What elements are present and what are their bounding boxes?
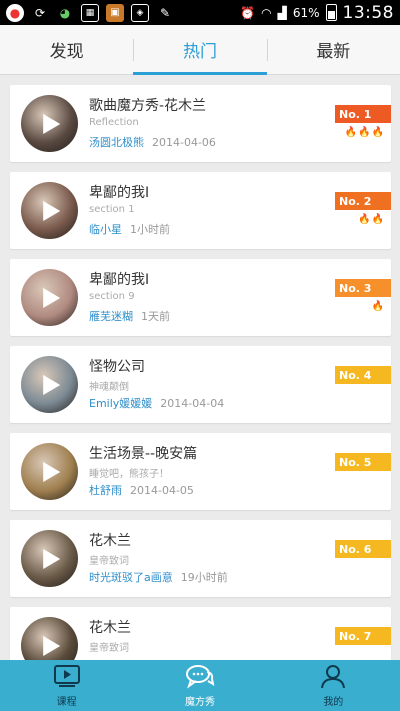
weibo-icon: ● (6, 3, 24, 22)
video-icon (51, 660, 83, 691)
list-item[interactable]: 生活场景--晚安篇 睡觉吧，熊孩子！ 杜舒雨 2014-04-05 No. 5 (10, 433, 391, 510)
app-icon: ▣ (106, 3, 124, 22)
item-subtitle: 皇帝致词 (89, 643, 129, 654)
item-title: 卑鄙的我Ⅰ (89, 272, 150, 288)
video-thumbnail[interactable] (21, 443, 78, 500)
author-name[interactable]: Emily媛媛媛 (89, 397, 152, 410)
play-icon (42, 287, 60, 308)
video-thumbnail[interactable] (21, 356, 78, 413)
shield-icon: ◈ (131, 3, 149, 22)
item-subtitle: 皇帝致词 (89, 556, 129, 567)
nav-magic-show[interactable]: 魔方秀 (133, 660, 266, 711)
bottom-nav: 课程 魔方秀 我的 (0, 660, 400, 711)
item-title: 花木兰 (89, 533, 131, 549)
wifi-icon: ◠ (261, 5, 272, 20)
list-item[interactable]: 卑鄙的我Ⅰ section 9 雁芜迷糊 1天前 No. 3 🔥 (10, 259, 391, 336)
author-name[interactable]: 汤圆北极熊 (89, 136, 144, 149)
play-icon (42, 461, 60, 482)
item-meta: 汤圆北极熊 2014-04-06 (89, 134, 216, 150)
play-icon (42, 200, 60, 221)
rank-badge: No. 7 (335, 627, 391, 645)
play-icon (42, 548, 60, 569)
alarm-icon: ⏰ (240, 5, 256, 20)
author-name[interactable]: 杜舒雨 (89, 484, 122, 497)
item-subtitle: Reflection (89, 117, 139, 128)
user-icon (317, 660, 349, 691)
item-title: 歌曲魔方秀-花木兰 (89, 98, 207, 114)
author-name[interactable]: 时光斑驳了a画意 (89, 571, 173, 584)
item-title: 怪物公司 (89, 359, 145, 375)
item-subtitle: 神魂颠倒 (89, 382, 129, 393)
battery-icon (325, 4, 337, 21)
video-thumbnail[interactable] (21, 95, 78, 152)
tab-discover[interactable]: 发现 (0, 25, 133, 74)
item-time: 1小时前 (130, 223, 170, 236)
item-time: 2014-04-05 (130, 484, 194, 497)
fire-icons: 🔥 (371, 301, 385, 312)
item-meta: 临小星 1小时前 (89, 221, 170, 237)
play-icon (42, 374, 60, 395)
fire-icons: 🔥🔥 (358, 214, 385, 225)
sync-icon: ⟳ (34, 5, 46, 20)
rank-badge: No. 2 (335, 192, 391, 210)
item-meta: 雁芜迷糊 1天前 (89, 308, 170, 324)
item-subtitle: 睡觉吧，熊孩子！ (89, 469, 169, 480)
fire-icons: 🔥🔥🔥 (344, 127, 385, 138)
list-item[interactable]: 卑鄙的我Ⅰ section 1 临小星 1小时前 No. 2 🔥🔥 (10, 172, 391, 249)
battery-percent: 61% (292, 5, 320, 20)
item-time: 2014-04-06 (152, 136, 216, 149)
list-item[interactable]: 花木兰 皇帝致词 No. 7 (10, 607, 391, 660)
nav-mine[interactable]: 我的 (267, 660, 400, 711)
author-name[interactable]: 临小星 (89, 223, 122, 236)
signal-icon: ▟ (277, 5, 287, 20)
rank-badge: No. 3 (335, 279, 391, 297)
item-title: 花木兰 (89, 620, 131, 636)
status-bar: ● ⟳ ◕ ▦ ▣ ◈ ✎ ⏰ ◠ ▟ 61% 13:58 (0, 0, 400, 25)
tab-hot[interactable]: 热门 (133, 25, 267, 75)
play-icon (42, 113, 60, 134)
tab-latest[interactable]: 最新 (266, 25, 400, 74)
list-item[interactable]: 怪物公司 神魂颠倒 Emily媛媛媛 2014-04-04 No. 4 (10, 346, 391, 423)
rank-badge: No. 4 (335, 366, 391, 384)
video-thumbnail[interactable] (21, 269, 78, 326)
video-thumbnail[interactable] (21, 617, 78, 660)
item-title: 卑鄙的我Ⅰ (89, 185, 150, 201)
rank-badge: No. 5 (335, 453, 391, 471)
item-meta: 杜舒雨 2014-04-05 (89, 482, 194, 498)
author-name[interactable]: 雁芜迷糊 (89, 310, 133, 323)
chat-bubble-icon (184, 660, 216, 691)
play-icon (42, 635, 60, 656)
item-subtitle: section 9 (89, 291, 135, 302)
item-title: 生活场景--晚安篇 (89, 446, 198, 462)
wechat-icon: ◕ (59, 5, 71, 20)
list-item[interactable]: 歌曲魔方秀-花木兰 Reflection 汤圆北极熊 2014-04-06 No.… (10, 85, 391, 162)
tab-bar: 发现 热门 最新 (0, 25, 400, 75)
item-meta: 时光斑驳了a画意 19小时前 (89, 569, 228, 585)
item-time: 2014-04-04 (160, 397, 225, 410)
clock: 13:58 (342, 2, 394, 23)
pen-icon: ✎ (159, 5, 171, 20)
rank-badge: No. 1 (335, 105, 391, 123)
list-item[interactable]: 花木兰 皇帝致词 时光斑驳了a画意 19小时前 No. 6 (10, 520, 391, 597)
video-thumbnail[interactable] (21, 530, 78, 587)
video-thumbnail[interactable] (21, 182, 78, 239)
item-time: 1天前 (141, 310, 170, 323)
item-time: 19小时前 (180, 571, 228, 584)
calendar-icon: ▦ (81, 3, 99, 22)
item-subtitle: section 1 (89, 204, 135, 215)
hot-list[interactable]: 歌曲魔方秀-花木兰 Reflection 汤圆北极熊 2014-04-06 No.… (0, 75, 400, 660)
nav-course[interactable]: 课程 (0, 660, 133, 711)
item-meta: Emily媛媛媛 2014-04-04 (89, 395, 224, 411)
rank-badge: No. 6 (335, 540, 391, 558)
